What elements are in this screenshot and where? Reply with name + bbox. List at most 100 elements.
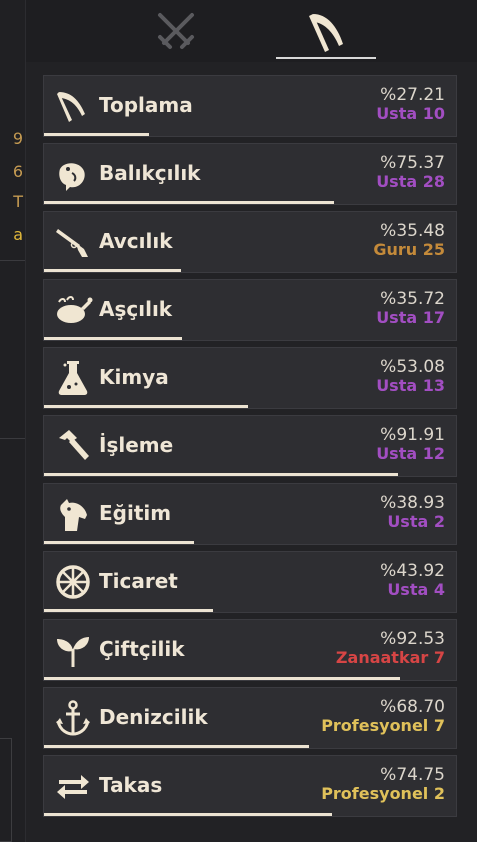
skill-rank-label: Profesyonel xyxy=(321,784,429,803)
skill-row[interactable]: Toplama %27.21 Usta 10 xyxy=(43,75,457,137)
skill-row[interactable]: Eğitim %38.93 Usta 2 xyxy=(43,483,457,545)
skill-name: Denizcilik xyxy=(99,705,208,729)
skill-level: 28 xyxy=(422,172,445,191)
skill-rank: Guru 25 xyxy=(373,241,445,259)
skill-percent: %27.21 xyxy=(380,85,445,105)
skill-name: Kimya xyxy=(99,365,169,389)
skill-percent: %38.93 xyxy=(380,493,445,513)
rifle-icon xyxy=(53,223,93,261)
skill-rank: Profesyonel 2 xyxy=(321,785,445,803)
skill-progress-bar xyxy=(44,609,214,612)
skill-name: Avcılık xyxy=(99,229,173,253)
skill-rank-label: Zanaatkar xyxy=(335,648,429,667)
skill-percent: %35.48 xyxy=(380,221,445,241)
divider xyxy=(0,438,25,439)
skill-row[interactable]: Kimya %53.08 Usta 13 xyxy=(43,347,457,409)
skill-percent: %35.72 xyxy=(380,289,445,309)
skill-row[interactable]: Balıkçılık %75.37 Usta 28 xyxy=(43,143,457,205)
anchor-icon xyxy=(53,699,93,737)
skill-rank: Profesyonel 7 xyxy=(321,717,445,735)
skill-stats: %43.92 Usta 4 xyxy=(380,561,445,599)
skill-rank-label: Profesyonel xyxy=(321,716,429,735)
skill-rank: Usta 2 xyxy=(380,513,445,531)
skill-rank: Usta 17 xyxy=(376,309,445,327)
skill-stats: %68.70 Profesyonel 7 xyxy=(321,697,445,735)
skill-percent: %91.91 xyxy=(380,425,445,445)
left-strip-value: 9 xyxy=(12,129,23,148)
skill-level: 7 xyxy=(433,716,445,735)
wheel-icon xyxy=(53,563,93,601)
skill-progress-bar xyxy=(44,677,401,680)
flask-icon xyxy=(53,359,93,397)
divider xyxy=(0,260,25,261)
tab-life[interactable] xyxy=(276,0,376,62)
roast-chicken-icon xyxy=(53,291,93,329)
skill-rank: Usta 28 xyxy=(376,173,445,191)
left-strip-value: T xyxy=(13,192,23,211)
skill-stats: %53.08 Usta 13 xyxy=(376,357,445,395)
skill-level: 2 xyxy=(433,784,445,803)
left-strip-value: a xyxy=(13,225,23,244)
skill-name: Toplama xyxy=(99,93,193,117)
skill-progress-bar xyxy=(44,337,182,340)
left-side-panel: 9 6 T a xyxy=(0,0,25,842)
skill-progress-bar xyxy=(44,201,335,204)
skill-percent: %74.75 xyxy=(380,765,445,785)
skill-name: Aşçılık xyxy=(99,297,173,321)
swap-arrows-icon xyxy=(53,767,93,805)
skill-row[interactable]: Avcılık %35.48 Guru 25 xyxy=(43,211,457,273)
skill-percent: %92.53 xyxy=(380,629,445,649)
skill-rank-label: Usta xyxy=(376,444,418,463)
skill-row[interactable]: İşleme %91.91 Usta 12 xyxy=(43,415,457,477)
skill-row[interactable]: Çiftçilik %92.53 Zanaatkar 7 xyxy=(43,619,457,681)
skill-row[interactable]: Denizcilik %68.70 Profesyonel 7 xyxy=(43,687,457,749)
left-strip-value: 6 xyxy=(12,162,23,181)
skill-progress-bar xyxy=(44,405,249,408)
skill-name: Eğitim xyxy=(99,501,172,525)
skill-progress-bar xyxy=(44,473,398,476)
life-skills-panel: Toplama %27.21 Usta 10 Balıkçılık %75.37 Usta… xyxy=(25,0,477,842)
skill-progress-bar xyxy=(44,813,332,816)
skill-stats: %27.21 Usta 10 xyxy=(376,85,445,123)
skill-stats: %35.72 Usta 17 xyxy=(376,289,445,327)
skill-category-tabs xyxy=(26,0,477,62)
skill-rank-label: Usta xyxy=(387,580,429,599)
skill-rank-label: Guru xyxy=(373,240,418,259)
scythe-icon xyxy=(303,8,349,54)
skill-level: 10 xyxy=(422,104,445,123)
skill-rank-label: Usta xyxy=(387,512,429,531)
fish-icon xyxy=(53,155,93,193)
skill-stats: %91.91 Usta 12 xyxy=(376,425,445,463)
skill-percent: %53.08 xyxy=(380,357,445,377)
scythe-icon xyxy=(53,87,93,125)
skill-percent: %75.37 xyxy=(380,153,445,173)
skill-name: Çiftçilik xyxy=(99,637,185,661)
skill-level: 25 xyxy=(422,240,445,259)
skill-progress-bar xyxy=(44,269,181,272)
skill-rank: Usta 4 xyxy=(380,581,445,599)
left-panel-box xyxy=(0,738,12,842)
skill-rank-label: Usta xyxy=(376,172,418,191)
skill-rank: Zanaatkar 7 xyxy=(336,649,445,667)
skill-level: 17 xyxy=(422,308,445,327)
skill-level: 2 xyxy=(433,512,445,531)
horse-head-icon xyxy=(53,495,93,533)
skill-name: Balıkçılık xyxy=(99,161,201,185)
skill-row[interactable]: Aşçılık %35.72 Usta 17 xyxy=(43,279,457,341)
skill-name: İşleme xyxy=(99,433,174,457)
skill-name: Ticaret xyxy=(99,569,178,593)
skill-row[interactable]: Ticaret %43.92 Usta 4 xyxy=(43,551,457,613)
sprout-icon xyxy=(53,631,93,669)
hammer-icon xyxy=(53,427,93,465)
skill-level: 7 xyxy=(433,648,445,667)
skill-progress-bar xyxy=(44,745,309,748)
tab-combat[interactable] xyxy=(126,0,226,62)
skill-level: 4 xyxy=(433,580,445,599)
skill-stats: %35.48 Guru 25 xyxy=(373,221,445,259)
skill-row[interactable]: Takas %74.75 Profesyonel 2 xyxy=(43,755,457,817)
skill-rank-label: Usta xyxy=(376,308,418,327)
skill-level: 13 xyxy=(422,376,445,395)
skill-rank: Usta 10 xyxy=(376,105,445,123)
skill-stats: %74.75 Profesyonel 2 xyxy=(321,765,445,803)
skill-rank: Usta 12 xyxy=(376,445,445,463)
